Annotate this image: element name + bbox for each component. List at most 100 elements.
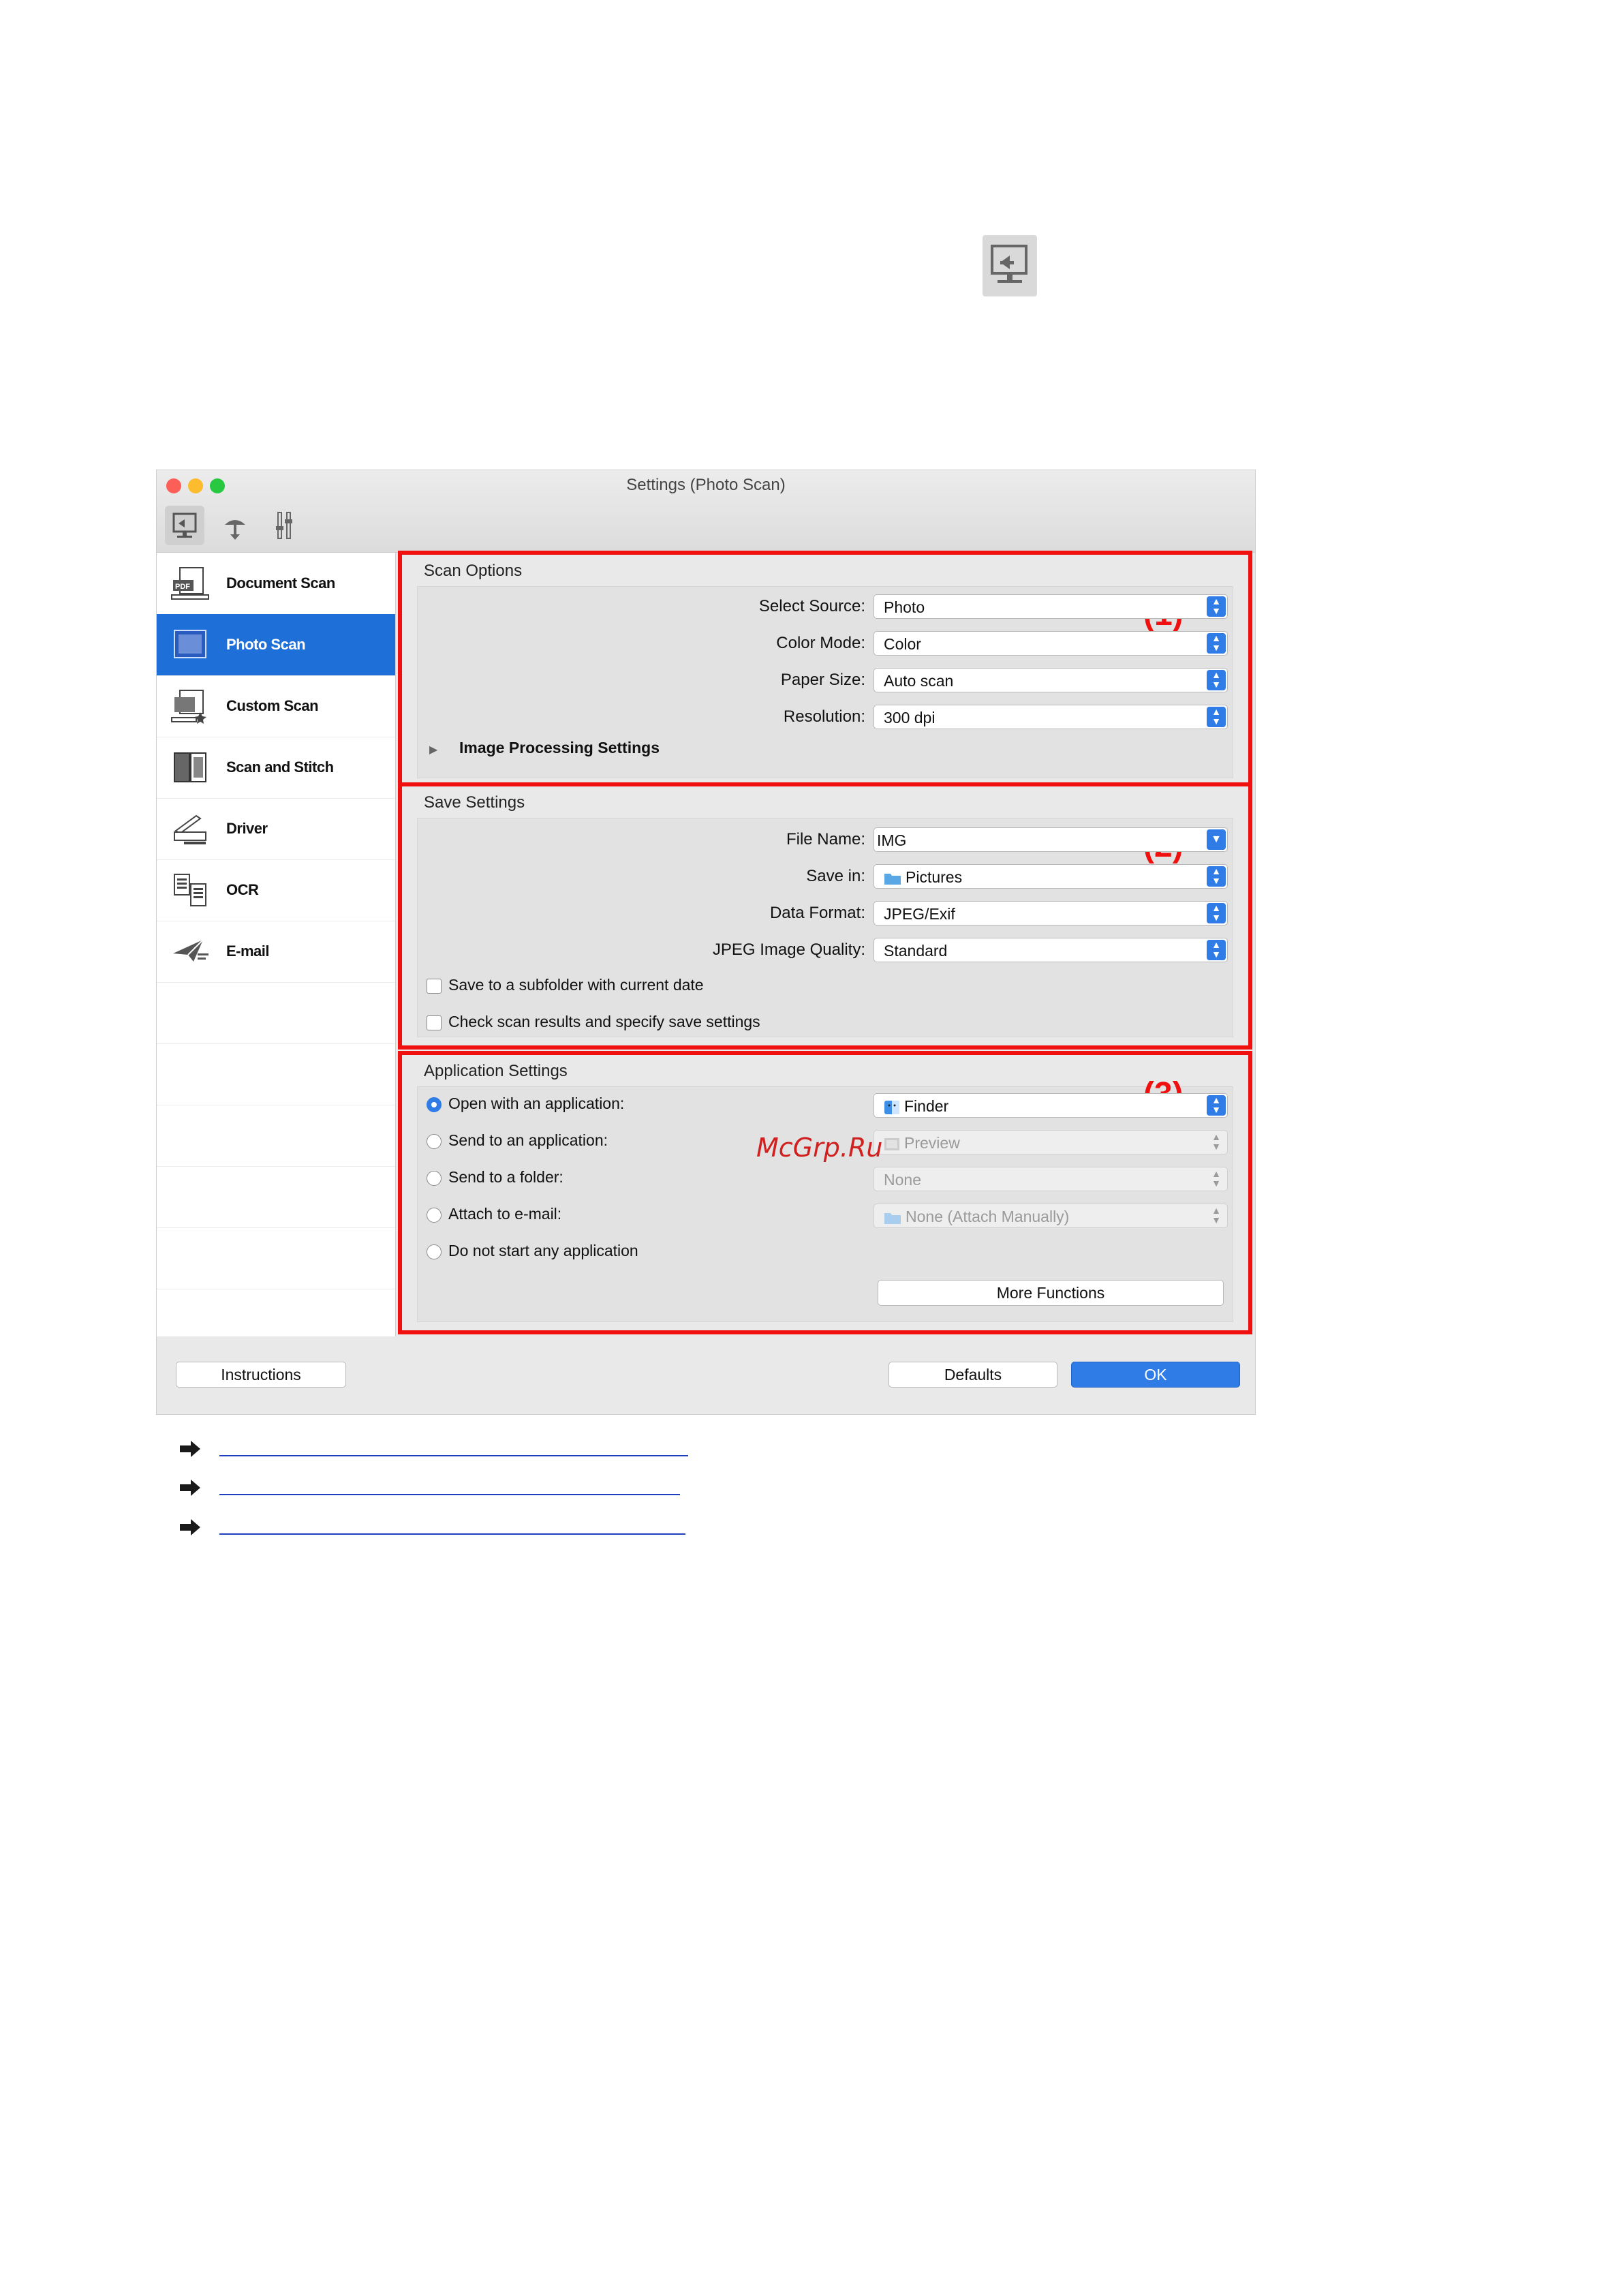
scanner-settings-icon [983, 235, 1037, 296]
up-down-arrows-icon: ▲ ▼ [1207, 940, 1226, 960]
select-source-popup[interactable]: Photo ▲ ▼ [874, 594, 1228, 619]
application-settings-title: Application Settings [424, 1062, 568, 1080]
color-mode-popup[interactable]: Color ▲ ▼ [874, 631, 1228, 656]
open-with-application-popup[interactable]: Finder ▲ ▼ [874, 1093, 1228, 1118]
sidebar-empty-row [157, 1043, 395, 1105]
scan-stitch-icon [170, 749, 210, 786]
link-underline [219, 1533, 685, 1535]
attach-email-popup[interactable]: None (Attach Manually) ▲ ▼ [874, 1204, 1228, 1228]
up-down-arrows-icon: ▲ ▼ [1207, 1095, 1226, 1116]
send-to-application-radio[interactable] [427, 1134, 442, 1149]
sidebar-empty-row [157, 1166, 395, 1228]
scan-from-computer-tab-icon[interactable] [165, 506, 204, 545]
up-down-arrows-icon: ▲ ▼ [1211, 1131, 1221, 1152]
send-to-application-label: Send to an application: [448, 1131, 608, 1149]
scan-options-section: Scan Options (1) Select Source: Photo ▲▼… [398, 551, 1252, 793]
general-settings-tab-icon[interactable] [264, 506, 304, 545]
scan-from-operation-panel-tab-icon[interactable] [215, 506, 255, 545]
up-down-arrows-icon: ▲ ▼ [1207, 707, 1226, 727]
save-in-popup[interactable]: Pictures ▲ ▼ [874, 864, 1228, 889]
sidebar-item-email[interactable]: E-mail [157, 921, 395, 983]
sidebar-empty-row [157, 982, 395, 1044]
window-title: Settings (Photo Scan) [626, 476, 786, 494]
do-not-start-radio[interactable] [427, 1244, 442, 1259]
sidebar-item-label: Driver [226, 820, 268, 837]
resolution-popup[interactable]: 300 dpi ▲ ▼ [874, 705, 1228, 729]
sidebar-item-ocr[interactable]: OCR [157, 859, 395, 921]
arrow-right-icon [180, 1441, 200, 1457]
up-down-arrows-icon: ▲ ▼ [1207, 633, 1226, 654]
send-to-folder-label: Send to a folder: [448, 1168, 563, 1186]
preview-app-icon [884, 1137, 899, 1150]
chevron-down-icon: ▼ [1207, 829, 1226, 850]
arrow-right-icon [180, 1519, 200, 1535]
scan-mode-sidebar: PDF Document Scan Photo Scan Custom Scan… [157, 553, 396, 1336]
email-icon [170, 933, 210, 970]
check-results-checkbox-label: Check scan results and specify save sett… [448, 1013, 760, 1030]
defaults-button[interactable]: Defaults [888, 1362, 1057, 1388]
sidebar-item-driver[interactable]: Driver [157, 798, 395, 860]
watermark-text: McGrp.Ru [756, 1133, 883, 1163]
sidebar-item-label: Custom Scan [226, 697, 319, 714]
driver-icon [170, 810, 210, 847]
photo-scan-icon [170, 626, 210, 663]
link-underline [219, 1494, 680, 1495]
svg-text:PDF: PDF [175, 583, 190, 591]
title-bar: Settings (Photo Scan) [157, 470, 1255, 553]
resolution-label: Resolution: [783, 707, 865, 726]
up-down-arrows-icon: ▲ ▼ [1207, 866, 1226, 887]
jpeg-quality-label: JPEG Image Quality: [712, 940, 865, 959]
jpeg-quality-popup[interactable]: Standard ▲ ▼ [874, 938, 1228, 962]
up-down-arrows-icon: ▲ ▼ [1207, 903, 1226, 923]
sidebar-item-label: Document Scan [226, 575, 335, 592]
subfolder-checkbox-label: Save to a subfolder with current date [448, 976, 704, 994]
up-down-arrows-icon: ▲ ▼ [1207, 596, 1226, 617]
related-link-1[interactable] [179, 1435, 696, 1462]
up-down-arrows-icon: ▲ ▼ [1211, 1168, 1221, 1189]
sidebar-item-scan-and-stitch[interactable]: Scan and Stitch [157, 737, 395, 799]
data-format-label: Data Format: [769, 904, 865, 922]
data-format-popup[interactable]: JPEG/Exif ▲ ▼ [874, 901, 1228, 925]
related-link-2[interactable] [179, 1473, 696, 1501]
attach-email-radio[interactable] [427, 1208, 442, 1223]
document-scan-icon: PDF [170, 565, 210, 602]
more-functions-button[interactable]: More Functions [878, 1280, 1224, 1306]
file-name-combo[interactable]: IMG ▼ [874, 827, 1228, 852]
send-to-folder-radio[interactable] [427, 1171, 442, 1186]
sidebar-item-document-scan[interactable]: PDF Document Scan [157, 553, 395, 615]
related-link-3[interactable] [179, 1513, 696, 1540]
open-with-application-label: Open with an application: [448, 1095, 625, 1112]
do-not-start-label: Do not start any application [448, 1242, 638, 1259]
attach-email-label: Attach to e-mail: [448, 1205, 562, 1223]
subfolder-checkbox[interactable] [427, 979, 442, 994]
color-mode-label: Color Mode: [776, 634, 865, 652]
sidebar-item-custom-scan[interactable]: Custom Scan [157, 675, 395, 737]
sidebar-item-photo-scan[interactable]: Photo Scan [157, 614, 395, 676]
image-processing-settings-toggle[interactable]: Image Processing Settings [459, 739, 660, 757]
up-down-arrows-icon: ▲ ▼ [1207, 670, 1226, 690]
folder-icon [884, 1212, 901, 1224]
paper-size-label: Paper Size: [780, 671, 865, 689]
save-in-label: Save in: [806, 867, 865, 885]
ok-button[interactable]: OK [1071, 1362, 1240, 1388]
sidebar-item-label: E-mail [226, 943, 270, 960]
send-to-application-popup[interactable]: Preview ▲ ▼ [874, 1130, 1228, 1154]
arrow-right-icon [180, 1480, 200, 1496]
scan-options-title: Scan Options [424, 562, 523, 580]
file-name-label: File Name: [786, 830, 865, 848]
disclosure-triangle-icon[interactable]: ▶ [429, 743, 437, 756]
link-underline [219, 1455, 688, 1456]
paper-size-popup[interactable]: Auto scan ▲ ▼ [874, 668, 1228, 692]
sidebar-item-label: Scan and Stitch [226, 759, 334, 776]
sidebar-item-label: OCR [226, 881, 259, 898]
select-source-label: Select Source: [758, 597, 865, 615]
save-settings-title: Save Settings [424, 793, 525, 812]
finder-icon [884, 1100, 899, 1114]
sidebar-item-label: Photo Scan [226, 636, 306, 653]
settings-window: Settings (Photo Scan) PDF Document Scan … [157, 470, 1255, 1414]
instructions-button[interactable]: Instructions [176, 1362, 346, 1388]
up-down-arrows-icon: ▲ ▼ [1211, 1205, 1221, 1225]
send-to-folder-popup[interactable]: None ▲ ▼ [874, 1167, 1228, 1191]
check-results-checkbox[interactable] [427, 1015, 442, 1030]
open-with-application-radio[interactable] [427, 1097, 442, 1112]
